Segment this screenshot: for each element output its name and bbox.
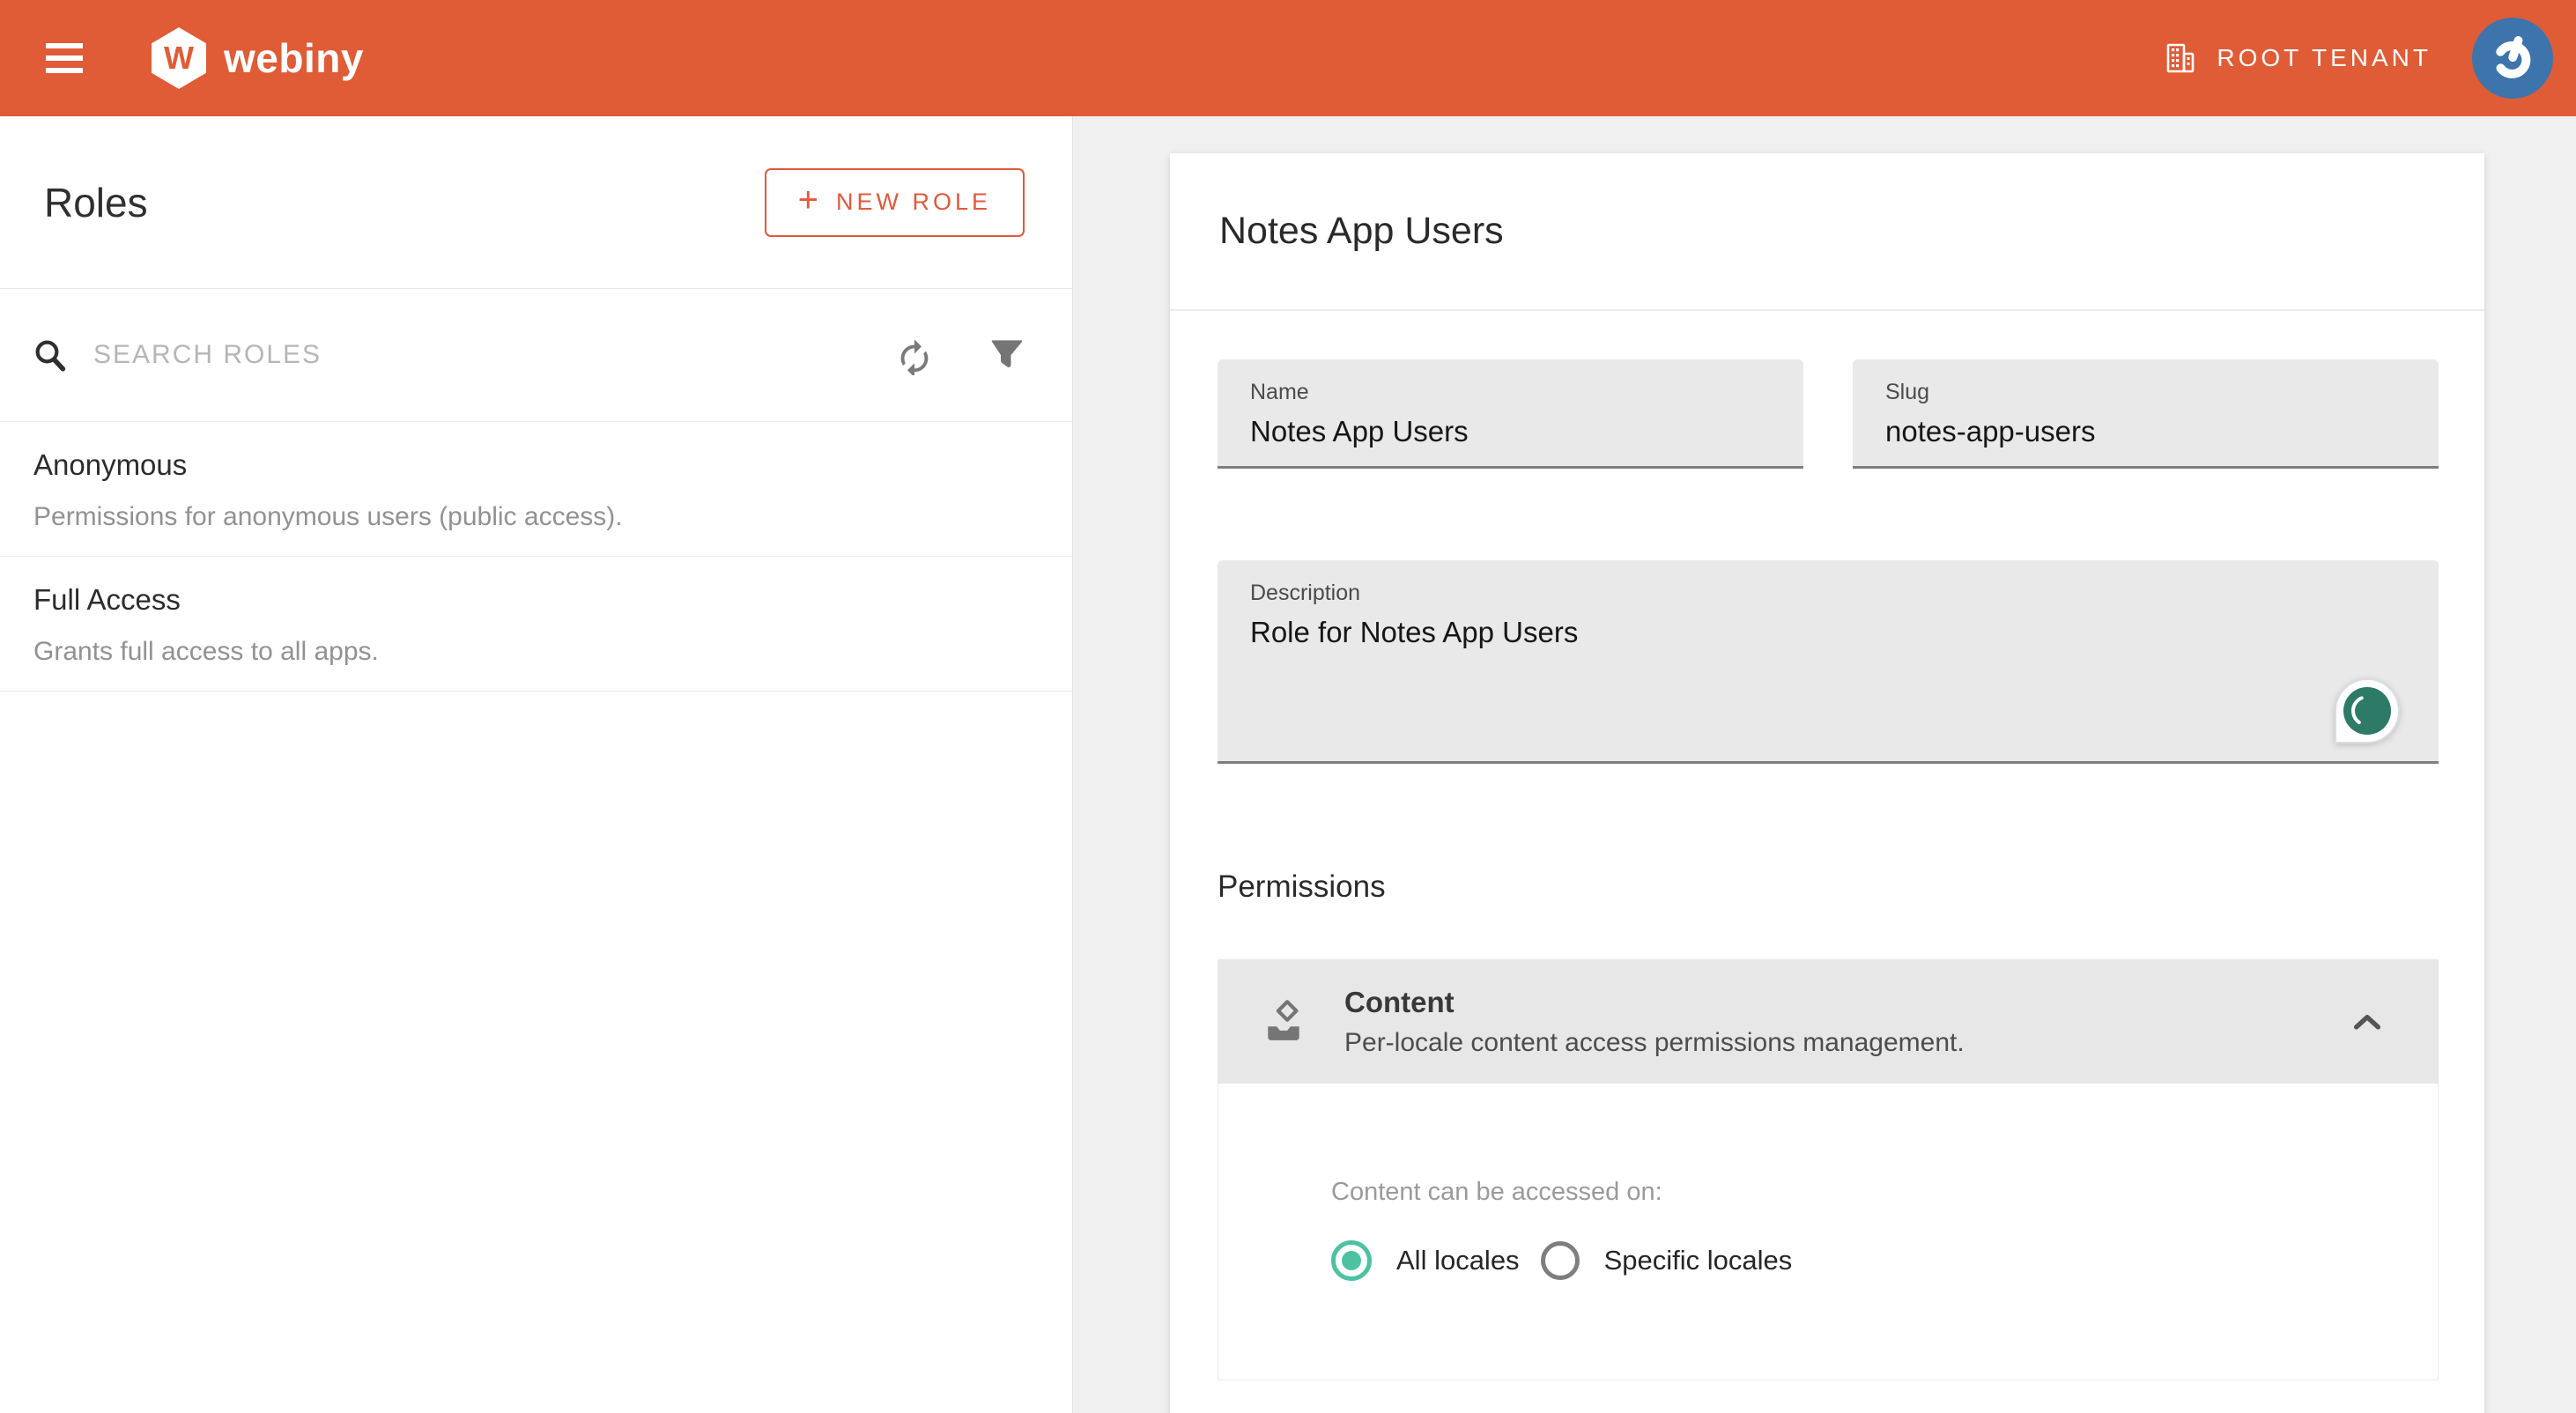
search-input[interactable]: [93, 340, 894, 370]
radio-specific-locales[interactable]: Specific locales: [1541, 1241, 1793, 1280]
menu-button[interactable]: [46, 43, 83, 73]
app-header: W webiny ROOT TENANT: [0, 0, 2576, 116]
radio-specific-locales-label: Specific locales: [1604, 1245, 1793, 1276]
permissions-section-content-header[interactable]: Content Per-locale content access permis…: [1218, 959, 2439, 1084]
webiny-logo: W webiny: [152, 27, 364, 89]
locale-options: All locales Specific locales: [1331, 1240, 2438, 1281]
slug-field[interactable]: Slug notes-app-users: [1853, 359, 2439, 469]
role-detail-form: Name Notes App Users Slug notes-app-user…: [1170, 311, 2484, 1380]
radio-all-locales[interactable]: All locales: [1331, 1240, 1520, 1281]
brand-wordmark: webiny: [224, 34, 364, 82]
search-bar: [0, 289, 1072, 422]
role-detail-card-header: Notes App Users: [1170, 153, 2484, 311]
chat-widget-button[interactable]: [2335, 678, 2400, 743]
user-avatar[interactable]: [2472, 18, 2553, 99]
role-list-item-full-access[interactable]: Full Access Grants full access to all ap…: [0, 557, 1072, 692]
description-field-label: Description: [1250, 580, 2412, 606]
description-field-value: Role for Notes App Users: [1250, 615, 2412, 650]
chevron-up-icon: [2354, 1014, 2380, 1030]
content-access-label: Content can be accessed on:: [1331, 1177, 2438, 1207]
name-slug-row: Name Notes App Users Slug notes-app-user…: [1218, 359, 2439, 469]
permissions-section-content-body: Content can be accessed on: All locales …: [1218, 1084, 2439, 1380]
building-icon: [2164, 41, 2197, 75]
new-role-button[interactable]: + NEW ROLE: [765, 168, 1025, 237]
power-icon: [2488, 33, 2537, 83]
main-content: Roles + NEW ROLE: [0, 116, 2576, 1413]
permissions-accordion: Content Per-locale content access permis…: [1218, 959, 2439, 1380]
slug-field-label: Slug: [1885, 379, 2412, 405]
roles-panel-header: Roles + NEW ROLE: [0, 116, 1072, 289]
role-detail-area: Notes App Users Name Notes App Users Slu…: [1073, 116, 2576, 1413]
role-name: Anonymous: [33, 448, 1037, 482]
filter-icon: [989, 338, 1025, 372]
role-detail-title: Notes App Users: [1219, 210, 1504, 253]
role-detail-card: Notes App Users Name Notes App Users Slu…: [1170, 153, 2484, 1413]
role-list-item-anonymous[interactable]: Anonymous Permissions for anonymous user…: [0, 422, 1072, 557]
radio-all-locales-label: All locales: [1396, 1245, 1520, 1276]
radio-selected-icon: [1331, 1240, 1372, 1281]
plus-icon: +: [798, 181, 818, 220]
refresh-icon: [894, 335, 935, 375]
tenant-label: ROOT TENANT: [2217, 44, 2432, 72]
description-field[interactable]: Description Role for Notes App Users: [1218, 560, 2439, 764]
collapse-section-button[interactable]: [2354, 1014, 2380, 1030]
name-field-value: Notes App Users: [1250, 414, 1777, 449]
ballot-box-icon: [1262, 1000, 1306, 1044]
chat-widget-icon: [2343, 686, 2392, 736]
roles-panel: Roles + NEW ROLE: [0, 116, 1073, 1413]
role-name: Full Access: [33, 583, 1037, 617]
menu-icon: [46, 43, 83, 48]
permissions-section-subtitle: Per-locale content access permissions ma…: [1344, 1027, 1965, 1059]
webiny-logo-hexagon-icon: W: [152, 27, 206, 89]
page-title: Roles: [44, 179, 148, 226]
search-icon: [32, 337, 69, 374]
new-role-button-label: NEW ROLE: [836, 189, 991, 216]
webiny-admin-app: W webiny ROOT TENANT: [0, 0, 2576, 1413]
role-description: Permissions for anonymous users (public …: [33, 501, 1037, 533]
radio-unselected-icon: [1541, 1241, 1580, 1280]
refresh-button[interactable]: [894, 335, 935, 375]
slug-field-value: notes-app-users: [1885, 414, 2412, 449]
logo-initial: W: [164, 40, 194, 77]
name-field-label: Name: [1250, 379, 1777, 405]
permissions-section-title: Content: [1344, 985, 1965, 1020]
roles-list: Anonymous Permissions for anonymous user…: [0, 422, 1072, 692]
filter-button[interactable]: [989, 338, 1025, 372]
role-description: Grants full access to all apps.: [33, 636, 1037, 668]
tenant-selector[interactable]: ROOT TENANT: [2164, 41, 2432, 75]
name-field[interactable]: Name Notes App Users: [1218, 359, 1803, 469]
permissions-heading: Permissions: [1218, 869, 2439, 905]
